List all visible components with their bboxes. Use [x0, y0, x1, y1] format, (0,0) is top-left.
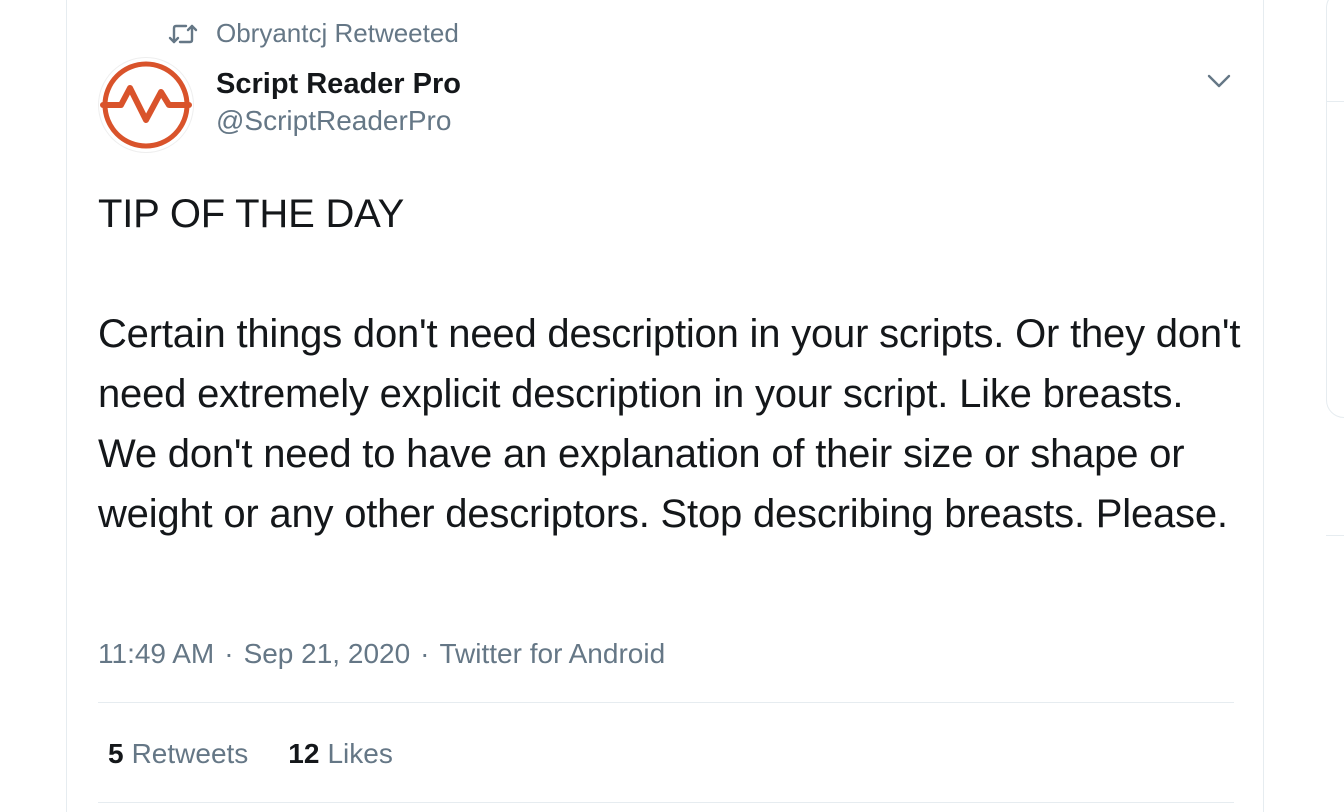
- sidebar-divider: [1326, 535, 1344, 536]
- retweet-icon: [168, 19, 198, 49]
- sidebar-panel: [1326, 0, 1344, 418]
- retweet-context-text: Obryantcj Retweeted: [216, 18, 459, 48]
- retweets-count: 5: [108, 738, 124, 769]
- chevron-down-icon: [1207, 74, 1231, 88]
- tweet-time[interactable]: 11:49 AM: [98, 634, 214, 674]
- tweet-meta: 11:49 AM · Sep 21, 2020 · Twitter for An…: [98, 634, 665, 674]
- meta-separator: ·: [224, 638, 234, 669]
- meta-separator: ·: [420, 638, 430, 669]
- avatar[interactable]: [99, 58, 193, 152]
- tweet-page: Obryantcj Retweeted Script Reader Pro @S…: [0, 0, 1344, 812]
- tweet-text: TIP OF THE DAY Certain things don't need…: [98, 192, 1241, 536]
- pulse-logo-icon: [100, 61, 192, 149]
- sidebar-divider: [1326, 101, 1344, 102]
- divider: [98, 702, 1234, 703]
- divider: [98, 802, 1234, 803]
- retweets-label: Retweets: [131, 738, 249, 769]
- likes-stat[interactable]: 12 Likes: [288, 734, 393, 774]
- tweet-source[interactable]: Twitter for Android: [439, 634, 665, 674]
- retweet-context[interactable]: Obryantcj Retweeted: [168, 18, 459, 49]
- likes-label: Likes: [327, 738, 393, 769]
- tweet-stats: 5 Retweets 12 Likes: [108, 734, 433, 774]
- likes-count: 12: [288, 738, 320, 769]
- tweet-menu-button[interactable]: [1204, 68, 1234, 94]
- author-handle[interactable]: @ScriptReaderPro: [216, 102, 461, 140]
- author-block[interactable]: Script Reader Pro @ScriptReaderPro: [216, 66, 461, 140]
- tweet-date[interactable]: Sep 21, 2020: [244, 634, 411, 674]
- retweets-stat[interactable]: 5 Retweets: [108, 734, 248, 774]
- author-display-name[interactable]: Script Reader Pro: [216, 66, 461, 102]
